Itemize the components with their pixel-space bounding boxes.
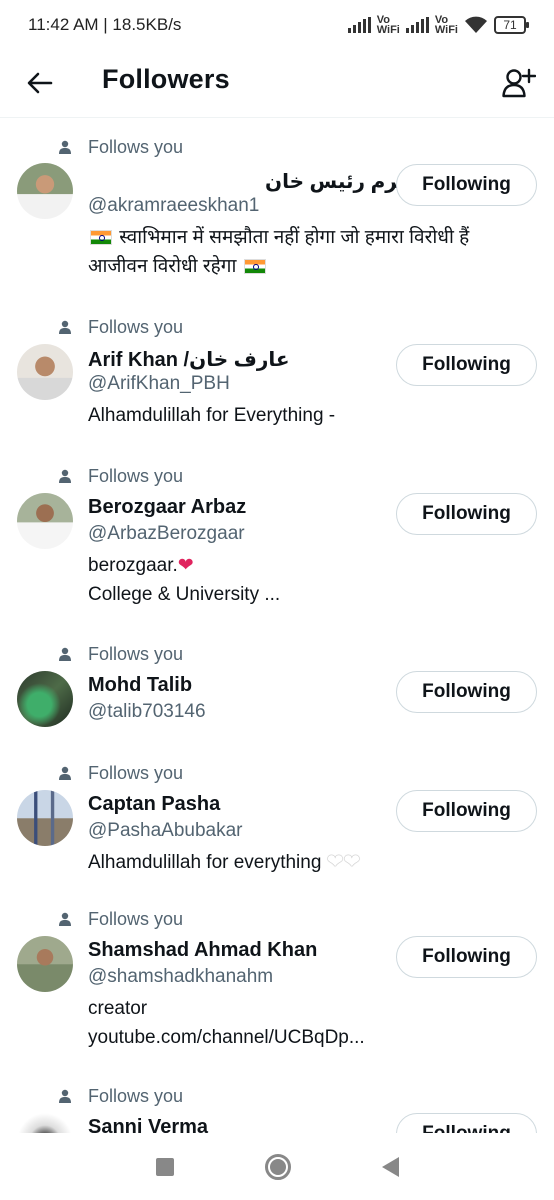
arrow-left-icon [27, 72, 53, 94]
home-icon[interactable] [264, 1153, 291, 1180]
status-icons: Vo WiFi Vo WiFi 71 [347, 14, 529, 36]
follows-you-row: Follows you [58, 1082, 183, 1110]
bio: Alhamdulillah for everything ❤❤ [88, 848, 528, 877]
battery-icon: 71 [494, 16, 529, 34]
follower-item[interactable]: Follows you Sanni Verma Following [0, 1082, 554, 1133]
india-flag-icon [243, 259, 266, 274]
nav-back-icon[interactable] [381, 1156, 399, 1177]
following-button[interactable]: Following [396, 493, 537, 535]
bio: creator youtube.com/channel/UCBqDp... [88, 998, 365, 1048]
follows-you-label: Follows you [88, 643, 184, 664]
following-button[interactable]: Following [396, 790, 537, 832]
display-name[interactable]: Sanni Verma [88, 1116, 208, 1133]
avatar[interactable] [17, 936, 73, 992]
handle[interactable]: @talib703146 [88, 701, 206, 723]
bio: Alhamdulillah for Everything - [88, 405, 336, 426]
follows-you-label: Follows you [88, 1085, 184, 1106]
handle[interactable]: @ArbazBerozgaar [88, 523, 245, 545]
india-flag-icon [90, 230, 112, 245]
avatar[interactable] [17, 344, 73, 400]
follows-you-row: Follows you [58, 462, 183, 490]
follows-you-label: Follows you [88, 316, 184, 337]
avatar[interactable] [17, 671, 73, 727]
status-time-speed: 11:42 AM | 18.5KB/s [28, 15, 182, 34]
avatar[interactable] [17, 163, 73, 219]
person-icon [59, 469, 71, 483]
follower-item[interactable]: Follows you Shamshad Ahmad Khan @shamsha… [0, 905, 554, 1075]
handle[interactable]: @akramraeeskhan1 [88, 195, 259, 217]
signal-icon-2 [405, 17, 429, 33]
display-name[interactable]: Shamshad Ahmad Khan [88, 939, 317, 962]
wifi-icon [465, 16, 487, 33]
avatar[interactable] [17, 790, 73, 846]
follows-you-label: Follows you [88, 465, 184, 486]
display-name[interactable]: Arif Khan /عارف خان [88, 347, 290, 372]
follows-you-label: Follows you [88, 136, 184, 157]
vowifi-badge-2: Vo WiFi [434, 14, 458, 36]
system-nav-bar [0, 1133, 554, 1200]
recents-icon[interactable] [155, 1157, 174, 1176]
back-button[interactable] [22, 65, 58, 101]
following-button[interactable]: Following [396, 1113, 537, 1133]
follows-you-label: Follows you [88, 762, 184, 783]
person-icon [59, 320, 71, 334]
follower-item[interactable]: Follows you اکرم رئیس خان @akramraeeskha… [0, 133, 554, 303]
signal-icon [347, 17, 371, 33]
white-heart-icon: ❤ [343, 851, 361, 873]
handle[interactable]: @shamshadkhanahm [88, 966, 273, 988]
display-name[interactable]: اکرم رئیس خان [265, 169, 416, 194]
bio: berozgaar.❤ College & University ... [88, 555, 281, 605]
person-icon [59, 766, 71, 780]
following-button[interactable]: Following [396, 164, 537, 206]
person-icon [59, 912, 71, 926]
follows-you-label: Follows you [88, 908, 184, 929]
person-icon [59, 647, 71, 661]
handle[interactable]: @PashaAbubakar [88, 820, 243, 842]
follower-item[interactable]: Follows you Captan Pasha @PashaAbubakar … [0, 759, 554, 899]
status-bar: 11:42 AM | 18.5KB/s Vo WiFi Vo WiFi 71 [0, 0, 554, 50]
display-name[interactable]: Berozgaar Arbaz [88, 496, 246, 519]
bio: स्वाभिमान में समझौता नहीं होगा जो हमारा … [88, 227, 470, 277]
follows-you-row: Follows you [58, 905, 183, 933]
handle[interactable]: @ArifKhan_PBH [88, 373, 230, 395]
follower-item[interactable]: Follows you Berozgaar Arbaz @ArbazBerozg… [0, 462, 554, 632]
add-user-button[interactable] [498, 62, 540, 104]
vowifi-badge: Vo WiFi [376, 14, 400, 36]
following-button[interactable]: Following [396, 344, 537, 386]
follows-you-row: Follows you [58, 640, 183, 668]
avatar[interactable] [17, 1113, 73, 1133]
follows-you-row: Follows you [58, 133, 183, 161]
avatar[interactable] [17, 493, 73, 549]
display-name[interactable]: Captan Pasha [88, 793, 220, 816]
following-button[interactable]: Following [396, 671, 537, 713]
person-icon [59, 1089, 71, 1103]
display-name[interactable]: Mohd Talib [88, 674, 192, 697]
white-heart-icon: ❤ [326, 851, 344, 873]
app-header: Followers [0, 50, 554, 118]
follower-item[interactable]: Follows you Arif Khan /عارف خان @ArifKha… [0, 313, 554, 453]
person-icon [59, 140, 71, 154]
red-heart-icon: ❤ [177, 555, 194, 576]
follower-item[interactable]: Follows you Mohd Talib @talib703146 Foll… [0, 640, 554, 750]
follows-you-row: Follows you [58, 759, 183, 787]
page-title: Followers [102, 64, 230, 94]
following-button[interactable]: Following [396, 936, 537, 978]
person-plus-icon [502, 68, 536, 98]
follows-you-row: Follows you [58, 313, 183, 341]
followers-list: Follows you اکرم رئیس خان @akramraeeskha… [0, 119, 554, 1133]
